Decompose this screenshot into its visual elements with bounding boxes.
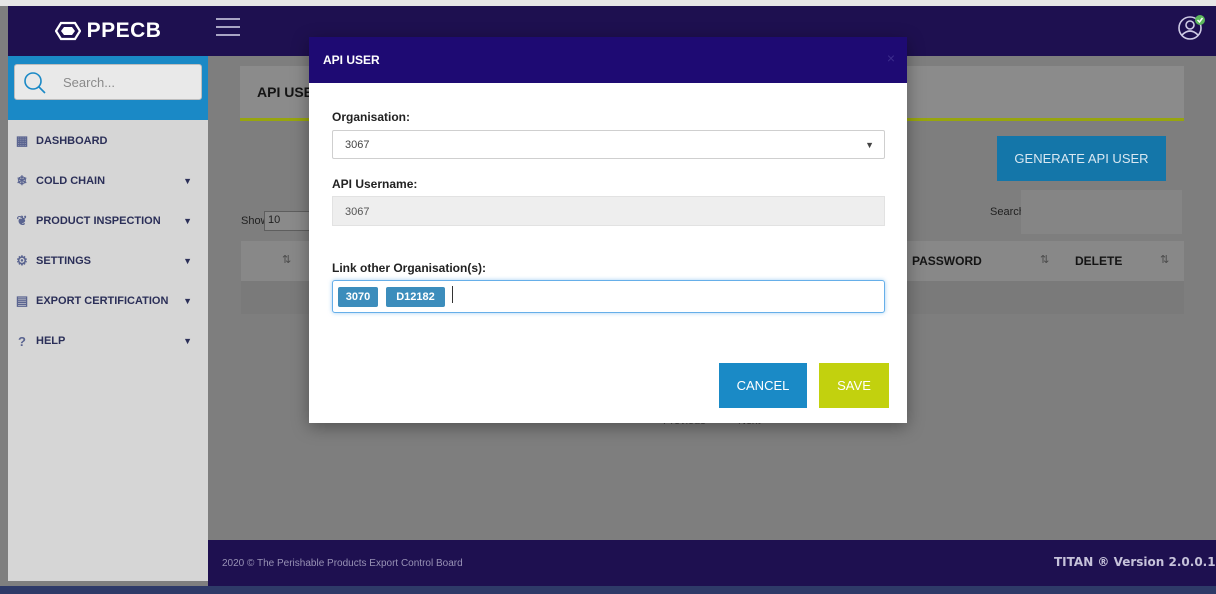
save-button[interactable]: SAVE — [819, 363, 889, 408]
api-username-label: API Username: — [332, 177, 418, 191]
link-organisations-input[interactable]: 3070 D12182 — [332, 280, 885, 313]
table-search-input[interactable] — [1021, 190, 1182, 234]
sidebar-item-dashboard[interactable]: ▦ DASHBOARD — [8, 126, 208, 156]
sort-icon[interactable]: ⇅ — [1040, 253, 1049, 266]
brand-name: PPECB — [86, 19, 162, 42]
search-icon — [24, 72, 46, 94]
sidebar-item-label: DASHBOARD — [36, 135, 108, 147]
organisation-tag[interactable]: D12182 — [386, 287, 445, 307]
sidebar-item-cold-chain[interactable]: ❄ COLD CHAIN ▼ — [8, 166, 208, 196]
chevron-down-icon: ▼ — [183, 176, 192, 186]
sort-icon[interactable]: ⇅ — [1160, 253, 1169, 266]
api-username-field: 3067 — [332, 196, 885, 226]
footer-version: TITAN ® Version 2.0.0.1 — [1054, 555, 1216, 569]
chevron-down-icon: ▼ — [183, 216, 192, 226]
column-password[interactable]: PASSWORD — [912, 254, 982, 268]
sidebar-item-label: SETTINGS — [36, 255, 92, 267]
cancel-button[interactable]: CANCEL — [719, 363, 807, 408]
organisation-label: Organisation: — [332, 110, 411, 124]
brand-logo[interactable]: PPECB — [8, 6, 208, 56]
certificate-icon: ▤ — [15, 293, 29, 308]
os-taskbar — [0, 586, 1216, 594]
sidebar-item-product-inspection[interactable]: ❦ PRODUCT INSPECTION ▼ — [8, 206, 208, 236]
sidebar-item-help[interactable]: ? HELP ▼ — [8, 326, 208, 356]
sidebar-item-export-certification[interactable]: ▤ EXPORT CERTIFICATION ▼ — [8, 286, 208, 316]
ppecb-logo-icon — [54, 21, 81, 41]
chevron-down-icon: ▼ — [183, 296, 192, 306]
user-profile-icon[interactable] — [1176, 12, 1208, 44]
sidebar-search-input[interactable]: Search... — [14, 64, 202, 100]
text-cursor — [452, 286, 453, 303]
dashboard-icon: ▦ — [15, 133, 29, 148]
sidebar-item-label: PRODUCT INSPECTION — [36, 215, 161, 227]
sidebar-item-settings[interactable]: ⚙ SETTINGS ▼ — [8, 246, 208, 276]
modal-title: API USER — [323, 53, 380, 67]
link-organisations-label: Link other Organisation(s): — [332, 261, 487, 275]
show-entries-select[interactable]: 10 — [264, 211, 310, 231]
generate-api-user-button[interactable]: GENERATE API USER — [997, 136, 1166, 181]
column-delete[interactable]: DELETE — [1075, 254, 1122, 268]
api-user-modal: API USER × Organisation: 3067 ▼ API User… — [309, 37, 907, 423]
search-placeholder: Search... — [63, 75, 116, 90]
organisation-select[interactable]: 3067 ▼ — [332, 130, 885, 159]
sidebar: Search... ▦ DASHBOARD ❄ COLD CHAIN ▼ ❦ P… — [8, 56, 208, 581]
chevron-down-icon: ▼ — [183, 336, 192, 346]
chevron-down-icon: ▼ — [865, 140, 874, 150]
chevron-down-icon: ▼ — [183, 256, 192, 266]
close-icon[interactable]: × — [887, 50, 895, 66]
footer-copyright: 2020 © The Perishable Products Export Co… — [222, 558, 463, 569]
sidebar-search-area: Search... — [8, 56, 208, 120]
sidebar-item-label: HELP — [36, 335, 66, 347]
snowflake-icon: ❄ — [16, 173, 28, 188]
modal-header: API USER × — [309, 37, 907, 83]
produce-icon: ❦ — [16, 213, 28, 228]
organisation-tag[interactable]: 3070 — [338, 287, 378, 307]
gear-icon: ⚙ — [16, 253, 28, 268]
sidebar-item-label: EXPORT CERTIFICATION — [36, 295, 169, 307]
organisation-value: 3067 — [345, 139, 370, 151]
menu-toggle-icon[interactable] — [216, 18, 240, 40]
page-title: API USE — [257, 84, 314, 100]
sort-icon[interactable]: ⇅ — [282, 253, 291, 266]
api-username-value: 3067 — [345, 206, 370, 218]
help-icon: ? — [18, 333, 26, 349]
sidebar-item-label: COLD CHAIN — [36, 175, 106, 187]
